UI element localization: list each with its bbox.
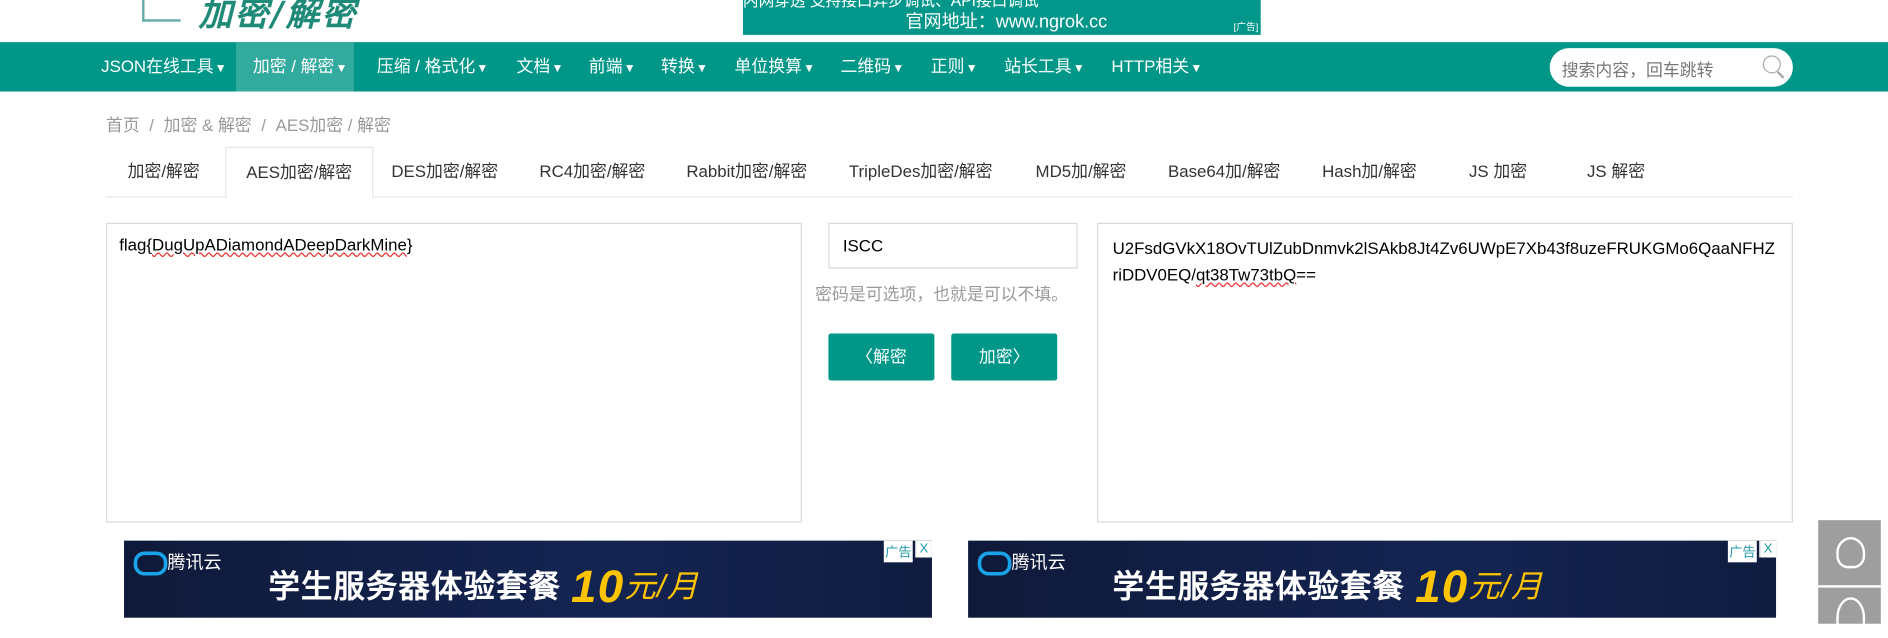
tencent-cloud-logo-icon	[133, 551, 168, 576]
ad-price: 10	[571, 562, 625, 613]
ad-price: 10	[1415, 562, 1469, 613]
nav-item-docs[interactable]: 文档▼	[515, 42, 564, 91]
tab-rc4[interactable]: RC4加密/解密	[539, 147, 645, 196]
ad-unit: 元/月	[624, 568, 700, 605]
tab-md5[interactable]: MD5加/解密	[1036, 147, 1127, 196]
tab-hash[interactable]: Hash加/解密	[1322, 147, 1417, 196]
chevron-right-icon: 〉	[1012, 346, 1030, 367]
ad-close-icon[interactable]: X	[1758, 540, 1777, 558]
ad-close-icon[interactable]: X	[914, 540, 932, 558]
decrypt-label: 解密	[872, 346, 907, 367]
nav-label: 加密 / 解密	[252, 56, 335, 76]
caret-down-icon: ▼	[335, 62, 348, 76]
nav-label: 转换	[661, 56, 695, 76]
encrypt-button[interactable]: 加密〉	[951, 333, 1058, 381]
ad-text: 学生服务器体验套餐	[1112, 568, 1406, 605]
nav-label: 正则	[930, 56, 965, 76]
ad-brand: 腾讯云	[167, 552, 222, 574]
nav-item-encrypt[interactable]: 加密 / 解密▼	[236, 42, 355, 92]
nav-item-regex[interactable]: 正则▼	[930, 42, 979, 91]
logo-arrow-icon	[142, 0, 181, 22]
nav-item-units[interactable]: 单位换算▼	[733, 42, 816, 91]
caret-down-icon: ▼	[551, 62, 564, 76]
nav-item-webmaster[interactable]: 站长工具▼	[1003, 42, 1086, 91]
decrypt-button[interactable]: 〈解密	[828, 333, 935, 381]
password-input[interactable]: ISCC	[828, 222, 1078, 269]
plaintext-spellcheck-word: DugUpADiamondADeepDarkMine	[152, 234, 407, 255]
nav-item-http[interactable]: HTTP相关▼	[1110, 42, 1203, 91]
caret-down-icon: ▼	[476, 62, 489, 76]
main-nav: JSON在线工具▼ 加密 / 解密▼ 压缩 / 格式化▼ 文档▼ 前端▼ 转换▼…	[0, 42, 1888, 92]
caret-down-icon: ▼	[1072, 62, 1085, 76]
support-button[interactable]	[1818, 587, 1881, 638]
search-input[interactable]: 搜索内容，回车跳转	[1549, 48, 1793, 87]
top-ad-banner[interactable]: 内网穿透 支持接口异步调试、API接口调试 官网地址：www.ngrok.cc …	[742, 0, 1261, 35]
tab-encrypt-decrypt[interactable]: 加密/解密	[128, 147, 200, 196]
caret-down-icon: ▼	[695, 62, 708, 76]
ad-line-2: 官网地址：www.ngrok.cc	[905, 12, 1108, 33]
tab-tripledes[interactable]: TripleDes加密/解密	[849, 147, 993, 196]
nav-label: 单位换算	[734, 56, 802, 76]
caret-down-icon: ▼	[214, 62, 227, 76]
ad-headline: 学生服务器体验套餐 10元/月	[1112, 557, 1544, 613]
nav-item-compress[interactable]: 压缩 / 格式化▼	[376, 42, 490, 91]
nav-label: 二维码	[840, 56, 892, 76]
caret-down-icon: ▼	[1190, 62, 1203, 76]
password-hint: 密码是可选项，也就是可以不填。	[815, 284, 1069, 304]
search-placeholder: 搜索内容，回车跳转	[1561, 60, 1714, 80]
tab-des[interactable]: DES加密/解密	[391, 147, 498, 196]
breadcrumb-current: AES加密 / 解密	[275, 115, 391, 135]
ciphertext-textarea[interactable]: U2FsdGVkX18OvTUlZubDnmvk2lSAkb8Jt4Zv6UWp…	[1096, 222, 1793, 523]
nav-item-qrcode[interactable]: 二维码▼	[839, 42, 905, 91]
plaintext-part: }	[406, 234, 413, 255]
chevron-left-icon: 〈	[856, 346, 873, 367]
nav-item-convert[interactable]: 转换▼	[660, 42, 709, 91]
caret-down-icon: ▼	[803, 62, 816, 76]
nav-label: 压缩 / 格式化	[376, 56, 476, 76]
breadcrumb-separator: /	[149, 115, 154, 135]
page: 加密/解密 内网穿透 支持接口异步调试、API接口调试 官网地址：www.ngr…	[0, 0, 1888, 638]
nav-label: HTTP相关	[1111, 56, 1190, 76]
ad-tag: 广告	[1727, 540, 1757, 563]
nav-label: 站长工具	[1004, 56, 1072, 76]
breadcrumb-category[interactable]: 加密 & 解密	[164, 116, 252, 135]
tab-js-encrypt[interactable]: JS 加密	[1469, 147, 1527, 196]
bottom-ad-left[interactable]: 腾讯云 学生服务器体验套餐 10元/月 广告 X	[124, 540, 932, 618]
plaintext-textarea[interactable]: flag{DugUpADiamondADeepDarkMine}	[105, 222, 802, 523]
bottom-ad-right[interactable]: 腾讯云 学生服务器体验套餐 10元/月 广告 X	[968, 540, 1777, 618]
chat-icon	[1836, 537, 1866, 569]
tab-js-decrypt[interactable]: JS 解密	[1587, 147, 1645, 196]
ad-headline: 学生服务器体验套餐 10元/月	[268, 557, 700, 613]
tool-tabs: 加密/解密 AES加密/解密 DES加密/解密 RC4加密/解密 Rabbit加…	[105, 146, 1793, 199]
logo[interactable]: 加密/解密	[199, 0, 358, 36]
search-icon[interactable]	[1762, 55, 1781, 74]
ad-unit: 元/月	[1468, 568, 1544, 605]
tab-aes[interactable]: AES加密/解密	[225, 146, 374, 199]
nav-label: 前端	[588, 56, 623, 76]
tab-rabbit[interactable]: Rabbit加密/解密	[686, 147, 807, 196]
caret-down-icon: ▼	[965, 62, 978, 76]
breadcrumb: 首页 / 加密 & 解密 / AES加密 / 解密	[106, 113, 391, 137]
ciphertext-spellcheck-word: qt38Tw73tbQ	[1195, 264, 1297, 285]
tab-base64[interactable]: Base64加/解密	[1168, 147, 1280, 196]
breadcrumb-separator: /	[261, 115, 266, 135]
ad-tag: [广告]	[1233, 21, 1259, 33]
ad-tag: 广告	[883, 540, 913, 563]
ad-brand: 腾讯云	[1011, 552, 1066, 574]
chat-button[interactable]	[1818, 520, 1881, 586]
caret-down-icon: ▼	[623, 62, 636, 76]
breadcrumb-home[interactable]: 首页	[106, 116, 140, 135]
nav-label: JSON在线工具	[101, 56, 214, 76]
encrypt-label: 加密	[978, 346, 1013, 367]
nav-label: 文档	[516, 56, 551, 76]
ciphertext-part: ==	[1296, 264, 1316, 285]
tencent-cloud-logo-icon	[977, 551, 1012, 576]
caret-down-icon: ▼	[892, 62, 905, 76]
plaintext-part: flag{	[119, 234, 153, 255]
nav-item-frontend[interactable]: 前端▼	[588, 42, 637, 91]
ad-text: 学生服务器体验套餐	[268, 568, 562, 605]
nav-item-json[interactable]: JSON在线工具▼	[100, 42, 228, 91]
